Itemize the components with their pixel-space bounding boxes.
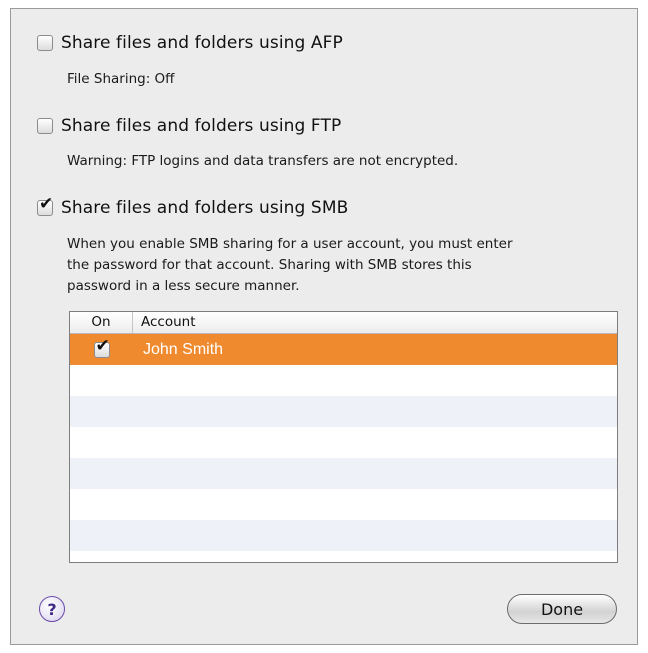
afp-status-text: File Sharing: Off (67, 71, 175, 87)
empty-table-row (70, 427, 617, 458)
ftp-warning-text: Warning: FTP logins and data transfers a… (67, 153, 459, 169)
smb-description-line: password in a less secure manner. (67, 278, 300, 294)
smb-label[interactable]: Share files and folders using SMB (61, 198, 348, 218)
column-header-account[interactable]: Account (133, 312, 196, 333)
smb-description: When you enable SMB sharing for a user a… (67, 234, 513, 297)
column-header-on[interactable]: On (70, 312, 133, 333)
table-header: On Account (70, 312, 617, 334)
table-row[interactable]: ✔ John Smith (70, 334, 617, 365)
afp-checkbox[interactable] (37, 35, 53, 51)
empty-table-row (70, 365, 617, 396)
afp-option[interactable]: Share files and folders using AFP (37, 33, 343, 53)
empty-table-row (70, 520, 617, 551)
row-on-cell: ✔ (70, 337, 133, 358)
account-enabled-checkbox[interactable]: ✔ (93, 337, 110, 358)
ftp-option[interactable]: Share files and folders using FTP (37, 116, 341, 136)
help-icon[interactable]: ? (39, 596, 65, 622)
empty-table-row (70, 489, 617, 520)
file-sharing-options-sheet: Share files and folders using AFP File S… (10, 8, 638, 645)
empty-table-row (70, 458, 617, 489)
checkmark-icon: ✔ (39, 194, 54, 214)
account-name: John Smith (143, 340, 224, 358)
smb-option[interactable]: ✔ Share files and folders using SMB (37, 196, 348, 218)
checkmark-icon: ✔ (95, 335, 110, 356)
smb-description-line: When you enable SMB sharing for a user a… (67, 236, 513, 252)
ftp-label[interactable]: Share files and folders using FTP (61, 116, 341, 136)
done-button[interactable]: Done (507, 594, 617, 624)
smb-description-line: the password for that account. Sharing w… (67, 257, 472, 273)
smb-accounts-table[interactable]: On Account ✔ John Smith (69, 311, 618, 563)
afp-label[interactable]: Share files and folders using AFP (61, 33, 343, 53)
ftp-checkbox[interactable] (37, 118, 53, 134)
empty-table-row (70, 396, 617, 427)
smb-checkbox[interactable]: ✔ (37, 196, 53, 216)
